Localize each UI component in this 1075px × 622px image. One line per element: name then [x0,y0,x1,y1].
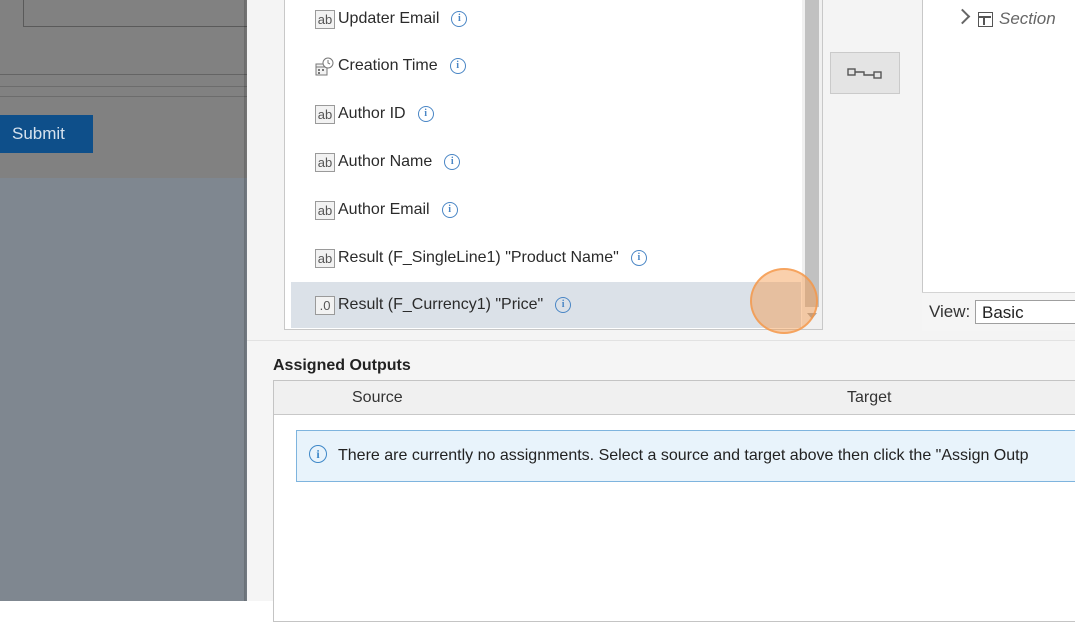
notice-text: There are currently no assignments. Sele… [338,447,1029,464]
source-field-list[interactable]: ab Updater Email i Creation Time i ab Au… [284,0,823,330]
divider [0,74,247,75]
list-item[interactable]: ab Author ID i [291,91,801,137]
list-item-label: Result (F_Currency1) "Price" [338,296,544,313]
list-item[interactable]: Creation Time i [291,43,801,89]
target-field-tree[interactable]: Section [922,0,1075,330]
info-icon[interactable]: i [417,106,434,122]
background-input-field [23,0,247,27]
view-label: View: [929,302,971,321]
list-item[interactable]: ab Author Email i [291,187,801,233]
tree-item-section[interactable]: Section [999,9,1056,29]
section-icon [978,12,993,27]
scroll-thumb[interactable] [805,0,819,307]
view-row: View: Basic [922,292,1075,331]
chevron-right-icon[interactable] [954,8,971,25]
list-item-label: Creation Time [338,57,438,74]
info-icon[interactable]: i [441,202,458,218]
column-header-target[interactable]: Target [847,389,891,407]
empty-assignments-notice: i There are currently no assignments. Se… [296,430,1075,482]
info-icon[interactable]: i [630,250,647,266]
assigned-outputs-section: Assigned Outputs Source Target i There a… [247,341,1075,622]
number-field-icon: .0 [315,295,335,315]
click-indicator [750,268,818,334]
info-icon[interactable]: i [451,11,468,27]
text-field-icon: ab [315,152,335,172]
mapping-area: ab Updater Email i Creation Time i ab Au… [247,0,1075,341]
info-icon: i [309,445,327,463]
text-field-icon: ab [315,248,335,268]
table-header: Source Target [274,381,1075,415]
submit-button: Submit [0,115,93,153]
divider [0,86,247,87]
list-item[interactable]: ab Updater Email i [291,0,801,42]
divider [0,96,247,97]
list-item-label: Updater Email [338,10,440,27]
list-item-label: Result (F_SingleLine1) "Product Name" [338,249,619,266]
datetime-field-icon [315,57,335,76]
section-title: Assigned Outputs [273,357,411,374]
info-icon[interactable]: i [449,58,466,74]
background-form: Submit [0,0,247,178]
list-item[interactable]: ab Result (F_SingleLine1) "Product Name"… [291,235,801,281]
view-select[interactable]: Basic [975,300,1075,324]
text-field-icon: ab [315,104,335,124]
list-item-label: Author Email [338,201,430,218]
text-field-icon: ab [315,9,335,29]
list-item[interactable]: ab Author Name i [291,139,801,185]
list-item-selected[interactable]: .0 Result (F_Currency1) "Price" i [291,282,801,328]
output-mapping-dialog: ab Updater Email i Creation Time i ab Au… [247,0,1075,622]
list-item-label: Author Name [338,153,433,170]
info-icon[interactable]: i [555,297,572,313]
background-page: Submit [0,0,247,601]
column-header-source[interactable]: Source [352,389,403,407]
info-icon[interactable]: i [444,154,461,170]
link-icon [847,68,882,79]
assigned-outputs-table: Source Target i There are currently no a… [273,380,1075,622]
list-item-label: Author ID [338,105,406,122]
assign-output-button[interactable] [830,52,900,94]
text-field-icon: ab [315,200,335,220]
